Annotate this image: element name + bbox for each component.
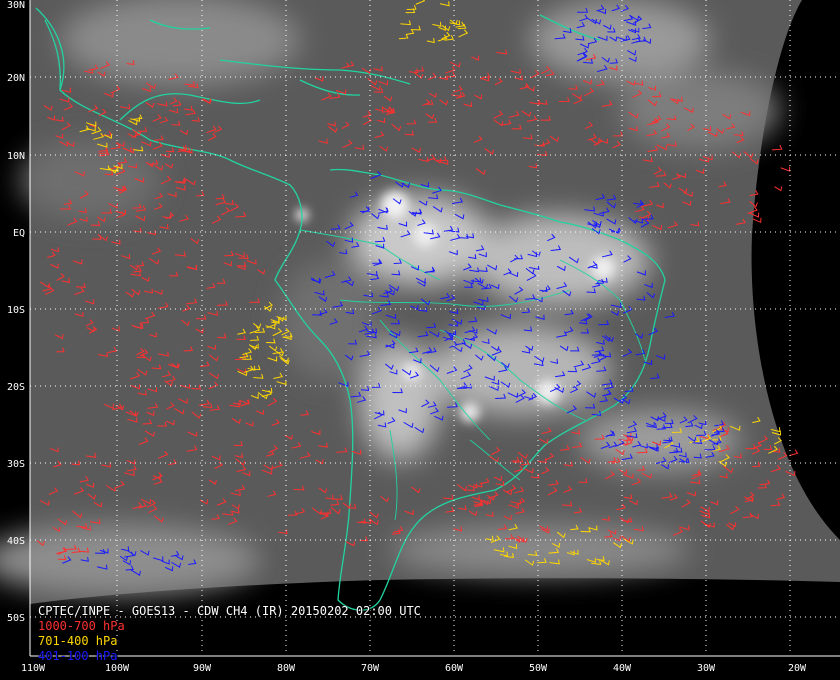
legend-mid-level: 701-400 hPa: [38, 634, 118, 648]
lon-label: 110W: [21, 663, 46, 674]
legend-low-level: 1000-700 hPa: [38, 619, 125, 633]
lat-label: 30N: [7, 0, 25, 11]
legend-high-level: 401-100 hPa: [38, 649, 118, 663]
lat-label: 10N: [7, 151, 25, 162]
lat-label: 20S: [7, 382, 25, 393]
lon-label: 70W: [361, 663, 380, 674]
lon-label: 50W: [529, 663, 548, 674]
lon-label: 80W: [277, 663, 296, 674]
lat-label: 40S: [7, 536, 25, 547]
map-title: CPTEC/INPE - GOES13 - CDW CH4 (IR) 20150…: [38, 604, 421, 618]
satellite-wind-map: 30N 20N 10N EQ 10S 20S 30S 40S 50S 110W …: [0, 0, 840, 680]
map-caption: CPTEC/INPE - GOES13 - CDW CH4 (IR) 20150…: [38, 604, 421, 664]
lat-label: 20N: [7, 73, 25, 84]
lon-label: 100W: [105, 663, 130, 674]
lon-label: 60W: [445, 663, 464, 674]
lon-label: 30W: [697, 663, 716, 674]
lat-label: EQ: [13, 228, 25, 239]
lat-label: 50S: [7, 613, 25, 624]
lon-label: 20W: [788, 663, 807, 674]
lon-label: 90W: [193, 663, 212, 674]
lat-label: 10S: [7, 305, 25, 316]
lon-label: 40W: [613, 663, 632, 674]
lat-label: 30S: [7, 459, 25, 470]
